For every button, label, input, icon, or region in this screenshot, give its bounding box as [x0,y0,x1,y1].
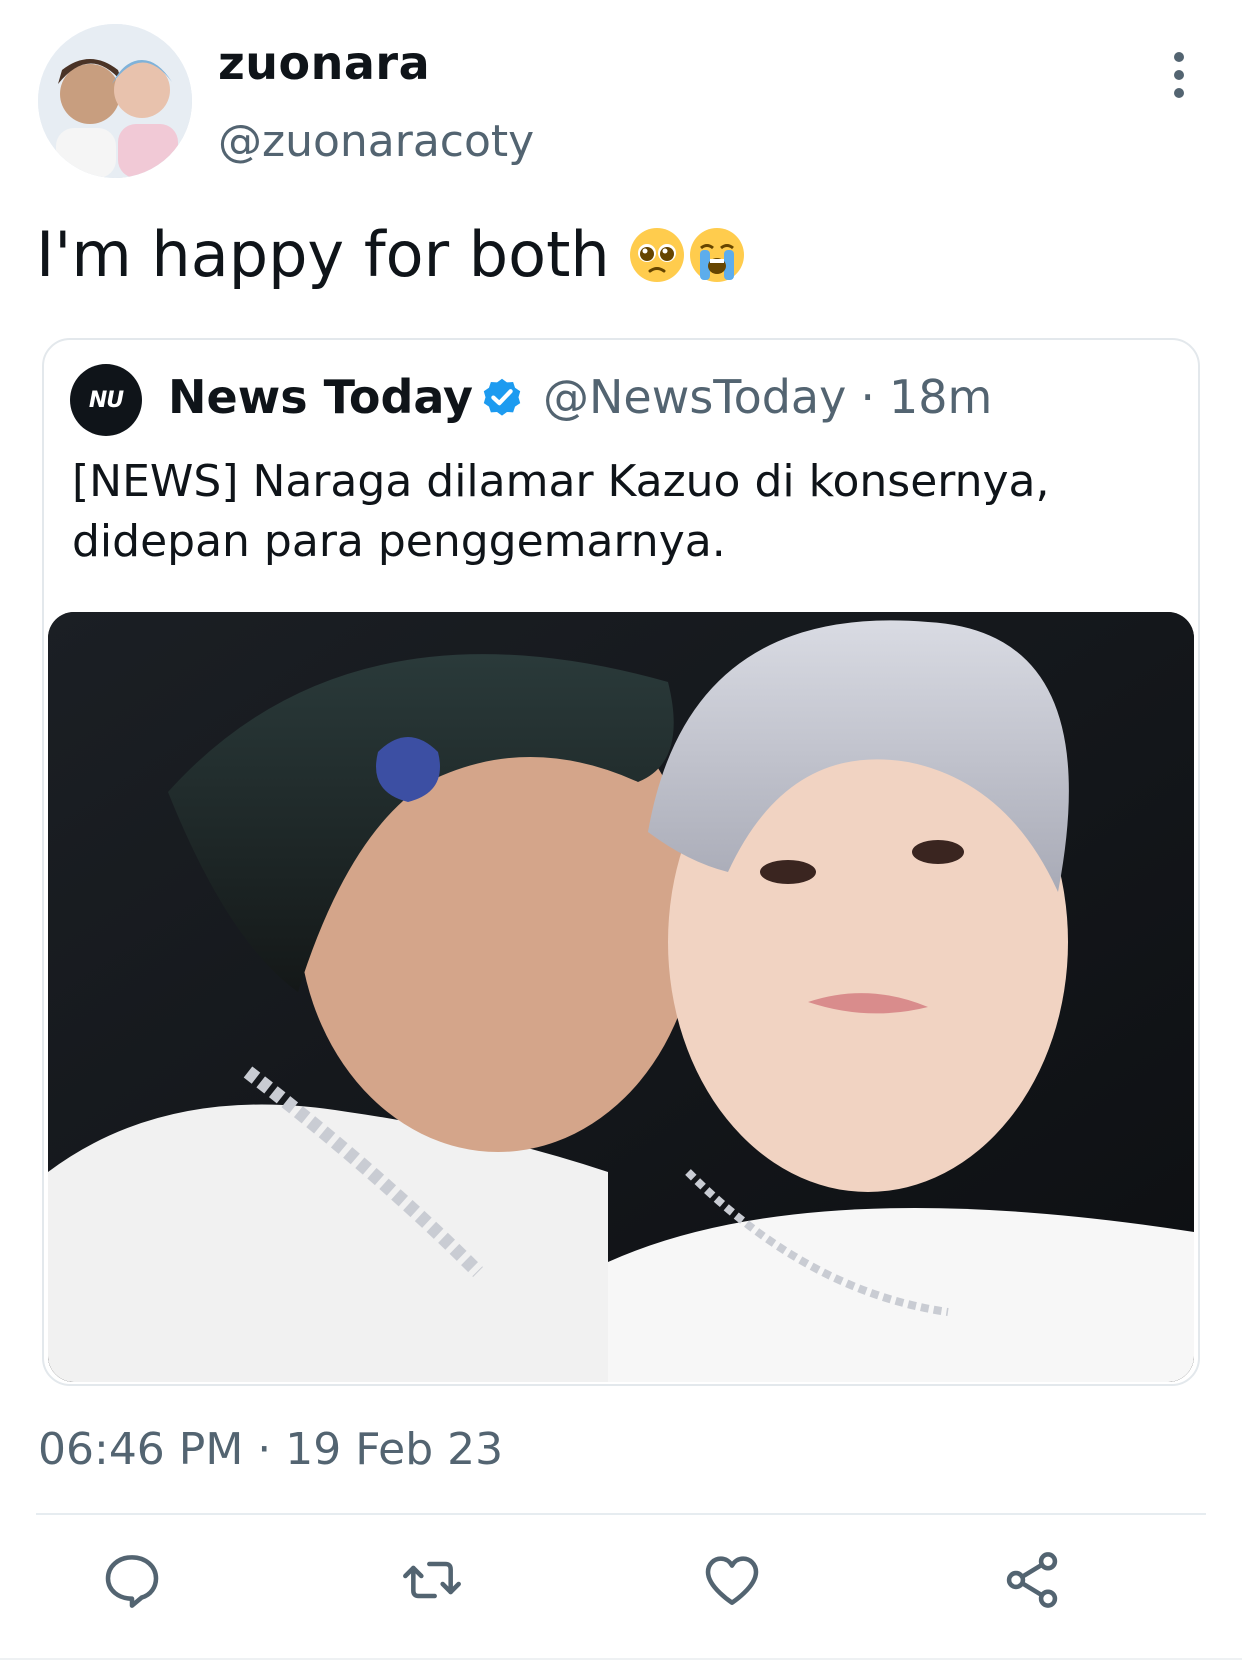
logo-text: NU [88,387,124,413]
like-button[interactable] [700,1548,764,1612]
more-vertical-icon[interactable] [1164,52,1194,98]
pleading-face-emoji [629,227,684,282]
author-handle[interactable]: @zuonaracoty [218,116,534,167]
reply-button[interactable] [100,1548,164,1612]
separator-dot: · [860,370,875,424]
retweet-button[interactable] [400,1548,464,1612]
quoted-display-name[interactable]: News Today [168,370,473,424]
tweet-text: I'm happy for both [36,218,746,291]
loudly-crying-face-emoji [689,227,744,282]
share-icon [1006,1552,1058,1608]
bottom-divider [0,1658,1242,1660]
quoted-handle[interactable]: @NewsToday [543,370,846,424]
tweet-timestamp[interactable]: 06:46 PM · 19 Feb 23 [38,1424,503,1475]
heart-icon [705,1556,759,1605]
share-button[interactable] [1000,1548,1064,1612]
quoted-account-logo[interactable]: NU [70,364,142,436]
retweet-icon [403,1561,461,1599]
quoted-tweet-header: News Today @NewsToday · 18m [168,370,992,424]
photo-image [48,612,1194,1382]
divider [36,1513,1206,1515]
author-avatar[interactable] [38,24,192,178]
quoted-tweet-card[interactable]: NU News Today @NewsToday · 18m [NEWS] Na… [42,338,1200,1386]
quoted-tweet-text: [NEWS] Naraga dilamar Kazuo di konsernya… [72,456,1050,567]
reply-icon [105,1555,159,1608]
avatar-photo [38,24,192,178]
quoted-media-image[interactable] [48,612,1194,1382]
author-display-name[interactable]: zuonara [218,36,430,90]
verified-badge-icon [483,378,521,416]
tweet-text-content: I'm happy for both [36,218,610,291]
quoted-time[interactable]: 18m [889,370,992,424]
